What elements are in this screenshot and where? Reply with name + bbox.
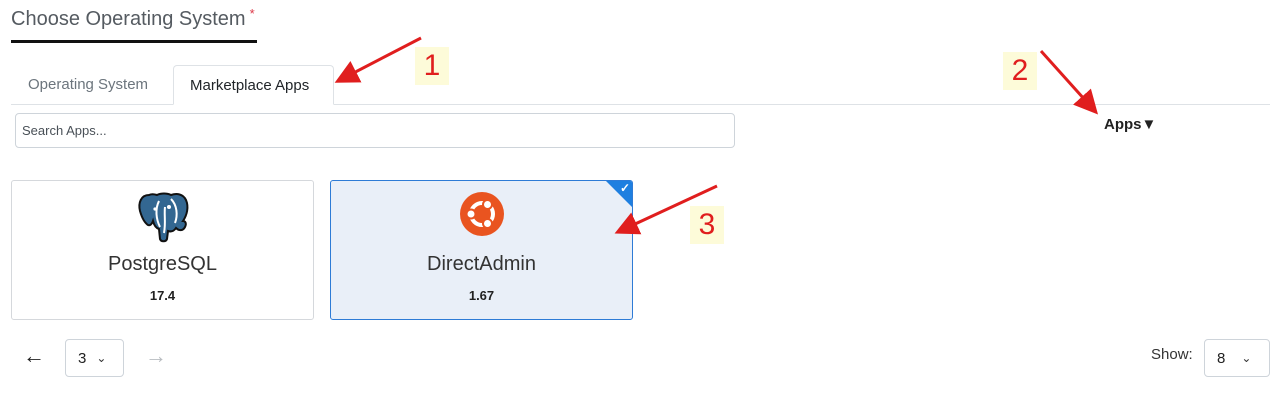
- annotation-arrows: [334, 36, 1099, 235]
- annotation-arrow-3: [614, 184, 718, 235]
- annotation-arrow-1: [334, 36, 422, 83]
- annotation-arrow-2: [1039, 49, 1099, 115]
